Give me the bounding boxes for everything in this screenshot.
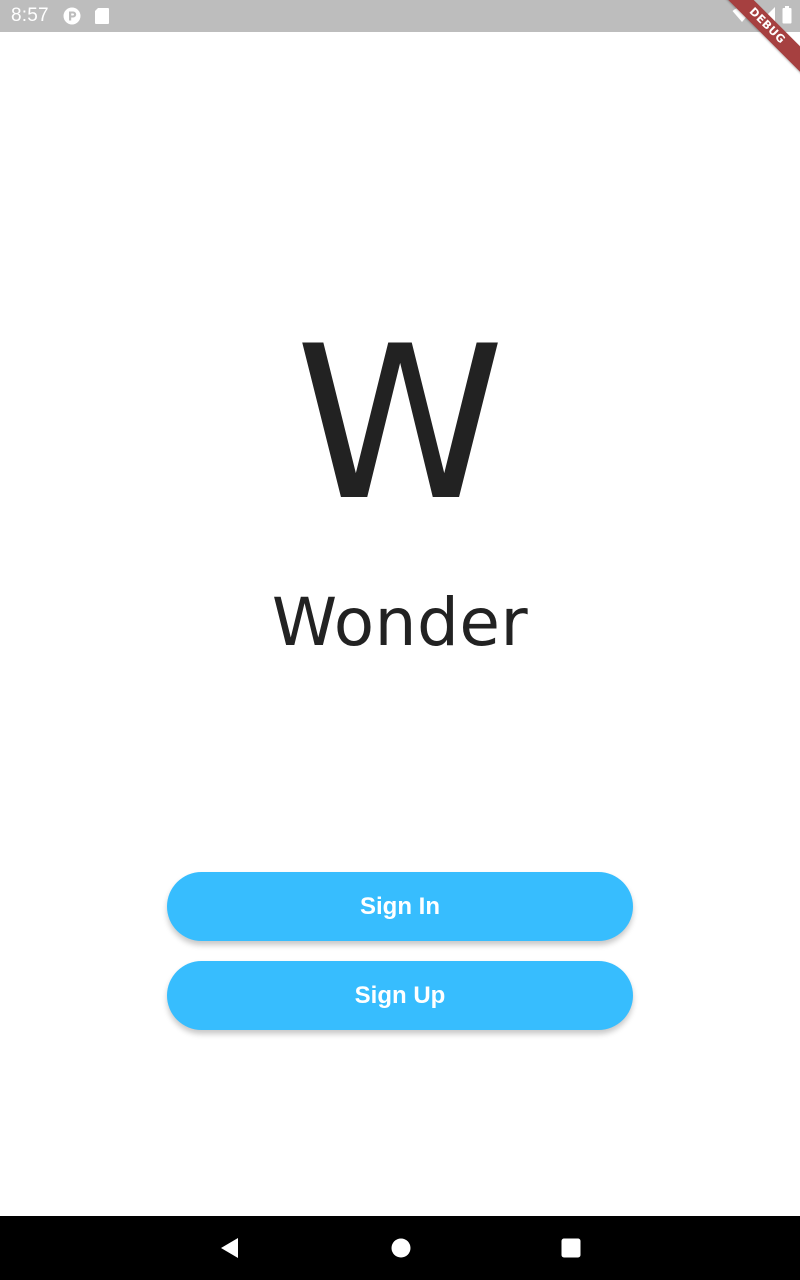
logo-letter: W (295, 300, 505, 547)
sd-card-icon (94, 7, 110, 30)
wifi-icon (732, 6, 752, 29)
home-icon[interactable] (389, 1236, 413, 1260)
cell-signal-icon (758, 6, 776, 29)
app-notification-icon (63, 7, 81, 30)
status-time: 8:57 (11, 5, 49, 26)
welcome-screen: 8:57 DEBUG W Wonder Sign In Sign Up (0, 0, 800, 1280)
status-bar: 8:57 (0, 0, 800, 32)
battery-icon (782, 6, 792, 29)
app-name: Wonder (271, 584, 529, 661)
sign-up-button[interactable]: Sign Up (167, 961, 633, 1030)
back-icon[interactable] (218, 1236, 242, 1260)
sign-in-button[interactable]: Sign In (167, 872, 633, 941)
system-nav-bar (0, 1216, 800, 1280)
recents-icon[interactable] (559, 1236, 583, 1260)
status-right-icons (732, 6, 792, 29)
